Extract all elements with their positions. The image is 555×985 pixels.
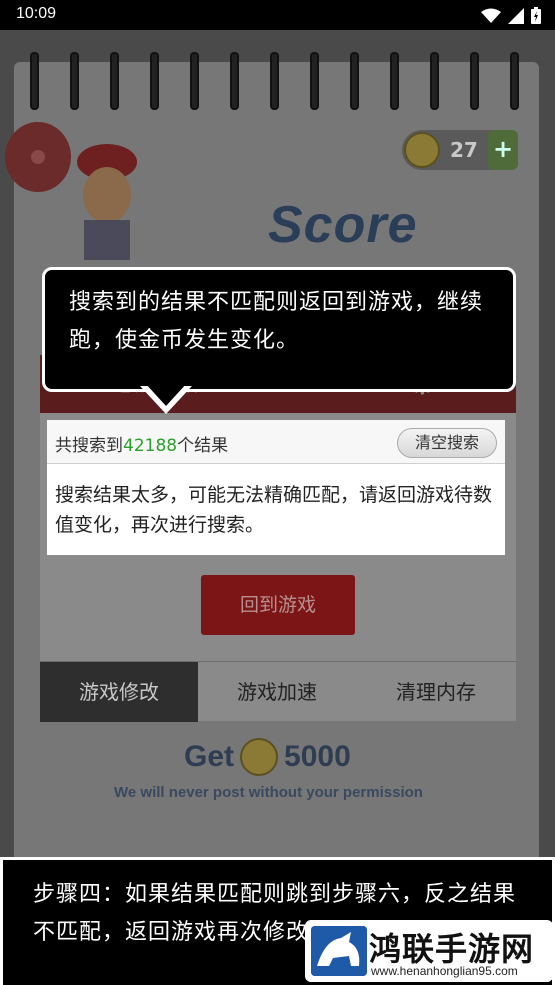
- status-icons: [481, 7, 541, 24]
- status-bar: 10:09: [0, 0, 555, 30]
- search-result-header: 共搜索到42188个结果 清空搜索: [47, 420, 505, 464]
- tab-game-modify[interactable]: 游戏修改: [40, 662, 198, 722]
- notebook-rings: [30, 52, 530, 112]
- get-prefix: Get: [184, 740, 235, 773]
- result-message: 搜索结果太多，可能无法精确匹配，请返回游戏待数值变化，再次进行搜索。: [55, 484, 493, 536]
- tab-game-speed[interactable]: 游戏加速: [198, 662, 356, 722]
- coin-counter: 27 +: [402, 130, 518, 170]
- result-count: 42188: [123, 436, 178, 456]
- clear-search-button[interactable]: 清空搜索: [397, 428, 497, 458]
- horse-logo-icon: [311, 926, 367, 976]
- result-prefix: 共搜索到: [55, 436, 123, 456]
- tutorial-tooltip: 搜索到的结果不匹配则返回到游戏，继续跑，使金币发生变化。: [42, 267, 516, 392]
- signal-icon: [508, 7, 524, 24]
- result-summary: 共搜索到42188个结果: [55, 431, 228, 456]
- get-reward-row: Get 5000: [184, 738, 351, 776]
- status-time: 10:09: [16, 5, 57, 22]
- wifi-icon: [481, 8, 501, 23]
- character-icon: [77, 144, 137, 260]
- dpad-icon[interactable]: [5, 122, 71, 192]
- search-result-box: 共搜索到42188个结果 清空搜索 搜索结果太多，可能无法精确匹配，请返回游戏待…: [47, 420, 505, 555]
- watermark-url: www.henanhonglian95.com: [371, 964, 518, 978]
- battery-icon: [531, 7, 541, 24]
- return-to-game-button[interactable]: 回到游戏: [201, 575, 355, 635]
- privacy-note: We will never post without your permissi…: [114, 784, 423, 801]
- tab-bar: 游戏修改 游戏加速 清理内存: [40, 661, 516, 722]
- tooltip-text: 搜索到的结果不匹配则返回到游戏，继续跑，使金币发生变化。: [69, 290, 484, 353]
- site-watermark: 鸿联手游网 www.henanhonglian95.com: [305, 920, 553, 982]
- add-coins-button[interactable]: +: [488, 130, 518, 170]
- tooltip-pointer: [140, 383, 192, 414]
- get-amount: 5000: [284, 740, 351, 773]
- coin-icon: [404, 132, 440, 168]
- tab-clean-memory[interactable]: 清理内存: [356, 662, 516, 722]
- coin-count: 27: [450, 138, 478, 162]
- score-title: Score: [268, 196, 418, 254]
- result-suffix: 个结果: [177, 436, 229, 456]
- coin-icon: [240, 738, 279, 776]
